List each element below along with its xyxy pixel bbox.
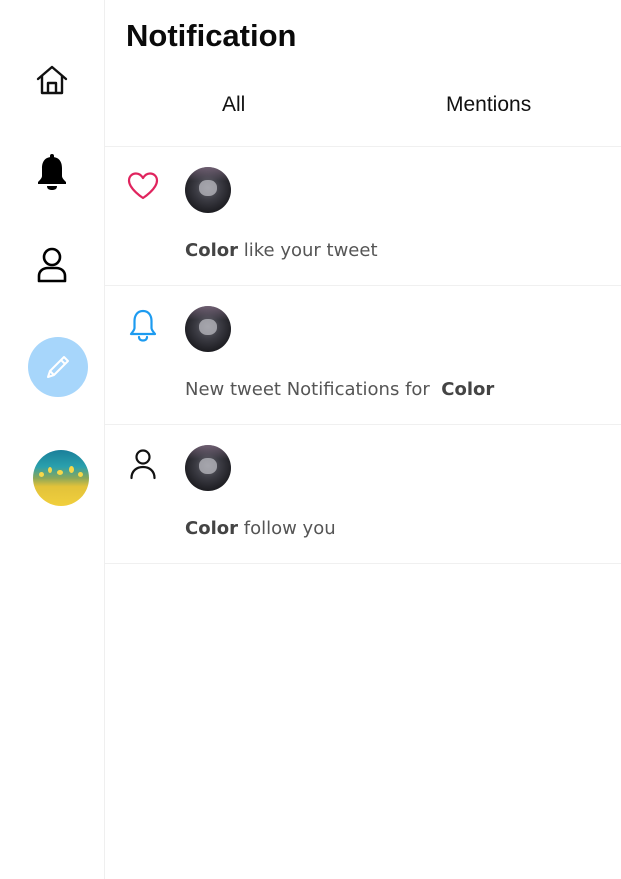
- notification-type-icon: [126, 447, 160, 481]
- avatar-detail: [185, 167, 231, 181]
- main-content: Notification All Mentions Color like you…: [105, 0, 621, 879]
- user-icon: [37, 247, 67, 283]
- avatar-detail: [39, 472, 44, 477]
- sidebar-item-profile[interactable]: [0, 242, 104, 288]
- notification-message: New tweet Notifications for Color: [185, 378, 494, 402]
- notification-username[interactable]: Color: [441, 379, 494, 400]
- sidebar: [0, 0, 105, 879]
- notification-item[interactable]: Color follow you: [105, 425, 621, 564]
- compose-button[interactable]: [28, 337, 88, 397]
- bell-icon: [38, 154, 66, 190]
- avatar-detail: [48, 467, 52, 473]
- avatar-detail: [57, 470, 63, 475]
- app-root: Notification All Mentions Color like you…: [0, 0, 621, 879]
- avatar-detail: [69, 466, 74, 473]
- avatar-detail: [78, 472, 83, 477]
- avatar-detail: [185, 445, 231, 459]
- bell-icon: [129, 309, 157, 342]
- tab-all[interactable]: All: [222, 90, 245, 120]
- tab-bar: All Mentions: [105, 84, 621, 147]
- avatar[interactable]: [185, 167, 231, 213]
- sidebar-item-home[interactable]: [0, 60, 104, 100]
- sidebar-item-notifications[interactable]: [0, 150, 104, 194]
- notification-username[interactable]: Color: [185, 518, 238, 539]
- notification-item[interactable]: Color like your tweet: [105, 147, 621, 286]
- avatar[interactable]: [185, 445, 231, 491]
- notification-text: like your tweet: [243, 240, 378, 261]
- notification-text: New tweet Notifications for: [185, 379, 430, 400]
- user-icon: [130, 449, 156, 480]
- notification-message: Color like your tweet: [185, 239, 378, 263]
- notification-type-icon: [126, 169, 160, 203]
- current-user-avatar[interactable]: [33, 450, 89, 506]
- notification-type-icon: [126, 308, 160, 342]
- page-title: Notification: [126, 18, 297, 53]
- pencil-icon: [47, 356, 69, 378]
- heart-icon: [127, 172, 159, 200]
- notification-item[interactable]: New tweet Notifications for Color: [105, 286, 621, 425]
- avatar-detail: [199, 180, 217, 196]
- notification-text: follow you: [243, 518, 336, 539]
- tab-mentions[interactable]: Mentions: [446, 90, 531, 120]
- home-icon: [36, 65, 68, 95]
- notification-message: Color follow you: [185, 517, 336, 541]
- notification-username[interactable]: Color: [185, 240, 238, 261]
- avatar[interactable]: [185, 306, 231, 352]
- avatar-detail: [199, 458, 217, 474]
- avatar-detail: [199, 319, 217, 335]
- avatar-detail: [185, 306, 231, 320]
